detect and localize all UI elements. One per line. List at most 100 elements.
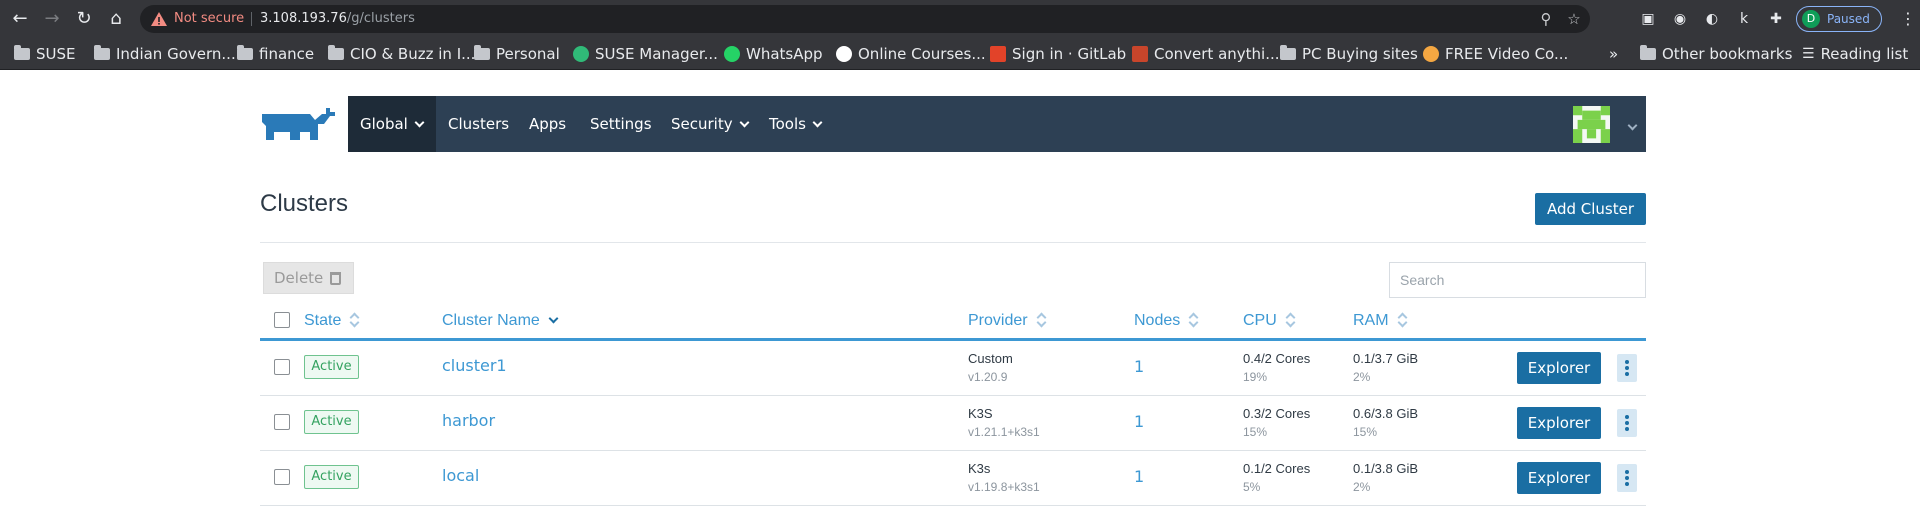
table-row: Active harbor K3S v1.21.1+k3s1 1 0.3/2 C…	[260, 396, 1646, 451]
row-actions-menu[interactable]	[1617, 354, 1637, 382]
folder-icon	[14, 45, 30, 60]
chevron-down-icon	[812, 117, 823, 128]
table-row: Active local K3s v1.19.8+k3s1 1 0.1/2 Co…	[260, 451, 1646, 506]
column-header-provider[interactable]: Provider	[968, 311, 1046, 330]
extension-icon[interactable]: ▣	[1638, 9, 1658, 29]
sort-icon	[1285, 313, 1295, 327]
bookmark-item[interactable]: CIO & Buzz in I...	[328, 38, 475, 70]
back-icon[interactable]: ←	[8, 7, 32, 31]
select-all-checkbox[interactable]	[274, 312, 290, 328]
browser-menu-icon[interactable]: ⋮	[1900, 9, 1916, 29]
other-bookmarks[interactable]: Other bookmarks	[1640, 38, 1792, 70]
explorer-button[interactable]: Explorer	[1517, 407, 1601, 439]
search-input[interactable]	[1389, 262, 1646, 298]
udemy-icon	[836, 46, 852, 62]
cluster-name-link[interactable]: harbor	[442, 411, 495, 430]
sort-icon	[349, 313, 359, 327]
cpu-usage: 0.1/2 Cores	[1243, 461, 1311, 476]
bookmark-item[interactable]: SUSE	[14, 38, 76, 70]
row-checkbox[interactable]	[274, 414, 290, 430]
nodes-link[interactable]: 1	[1134, 412, 1144, 431]
suse-icon	[573, 46, 589, 62]
gitlab-icon	[990, 46, 1006, 62]
bookmark-item[interactable]: Online Courses...	[836, 38, 986, 70]
nav-apps[interactable]: Apps	[529, 96, 566, 152]
puzzle-icon[interactable]: ✚	[1766, 9, 1786, 29]
chevron-down-icon	[1627, 120, 1638, 131]
bookmark-item[interactable]: FREE Video Co...	[1423, 38, 1568, 70]
pdf-icon	[1132, 46, 1148, 62]
cpu-usage: 0.3/2 Cores	[1243, 406, 1311, 421]
cpu-percent: 19%	[1243, 370, 1268, 384]
reload-icon[interactable]: ↻	[72, 7, 96, 31]
bookmark-item[interactable]: finance	[237, 38, 314, 70]
avatar: D	[1802, 10, 1820, 28]
table-row: Active cluster1 Custom v1.20.9 1 0.4/2 C…	[260, 341, 1646, 396]
cpu-percent: 5%	[1243, 480, 1261, 494]
home-icon[interactable]: ⌂	[104, 7, 128, 31]
provider: K3S	[968, 406, 993, 421]
ram-usage: 0.1/3.7 GiB	[1353, 351, 1419, 366]
status-badge: Active	[304, 465, 359, 489]
bookmark-item[interactable]: Sign in · GitLab	[990, 38, 1126, 70]
explorer-button[interactable]: Explorer	[1517, 352, 1601, 384]
status-badge: Active	[304, 410, 359, 434]
nav-clusters[interactable]: Clusters	[448, 96, 509, 152]
cluster-name-link[interactable]: cluster1	[442, 356, 507, 375]
explorer-button[interactable]: Explorer	[1517, 462, 1601, 494]
add-cluster-button[interactable]: Add Cluster	[1535, 193, 1646, 225]
bookmark-item[interactable]: Convert anythi...	[1132, 38, 1280, 70]
rancher-logo[interactable]	[260, 104, 335, 142]
divider	[260, 242, 1646, 243]
delete-button[interactable]: Delete	[263, 262, 354, 294]
profile-button[interactable]: D Paused	[1796, 6, 1882, 32]
row-actions-menu[interactable]	[1617, 409, 1637, 437]
folder-icon	[1280, 45, 1296, 60]
star-icon[interactable]: ☆	[1564, 9, 1584, 29]
global-menu[interactable]: Global	[348, 96, 436, 152]
extension-icon[interactable]: k	[1734, 9, 1754, 29]
trash-icon	[330, 272, 341, 285]
nodes-link[interactable]: 1	[1134, 467, 1144, 486]
column-header-cpu[interactable]: CPU	[1243, 311, 1295, 330]
nav-security[interactable]: Security	[671, 96, 750, 152]
ram-usage: 0.6/3.8 GiB	[1353, 406, 1419, 421]
row-actions-menu[interactable]	[1617, 464, 1637, 492]
cpu-usage: 0.4/2 Cores	[1243, 351, 1311, 366]
row-checkbox[interactable]	[274, 469, 290, 485]
nav-tools[interactable]: Tools	[769, 96, 823, 152]
security-label[interactable]: Not secure	[174, 5, 244, 33]
folder-icon	[328, 45, 344, 60]
forward-icon[interactable]: →	[40, 7, 64, 31]
bookmark-item[interactable]: WhatsApp	[724, 38, 823, 70]
zoom-icon[interactable]: ⚲	[1536, 9, 1556, 29]
sort-descending-icon	[548, 313, 558, 327]
nav-settings[interactable]: Settings	[590, 96, 652, 152]
profile-status: Paused	[1827, 12, 1870, 26]
browser-toolbar: ← → ↻ ⌂ Not secure 3.108.193.76/g/cluste…	[0, 0, 1920, 38]
user-avatar[interactable]	[1573, 106, 1610, 143]
extension-icon[interactable]: ◉	[1670, 9, 1690, 29]
cpu-percent: 15%	[1243, 425, 1268, 439]
user-menu-chevron[interactable]	[1621, 117, 1638, 136]
nodes-link[interactable]: 1	[1134, 357, 1144, 376]
bookmark-item[interactable]: SUSE Manager...	[573, 38, 718, 70]
column-header-cluster-name[interactable]: Cluster Name	[442, 311, 558, 330]
reading-list[interactable]: ☰ Reading list	[1802, 38, 1908, 70]
row-checkbox[interactable]	[274, 359, 290, 375]
extension-icon[interactable]: ◐	[1702, 9, 1722, 29]
column-header-state[interactable]: State	[304, 311, 359, 330]
more-bookmarks-button[interactable]: »	[1609, 38, 1618, 70]
cluster-name-link[interactable]: local	[442, 466, 479, 485]
bookmark-item[interactable]: PC Buying sites	[1280, 38, 1418, 70]
column-header-ram[interactable]: RAM	[1353, 311, 1407, 330]
sort-icon	[1188, 313, 1198, 327]
ram-percent: 15%	[1353, 425, 1378, 439]
url-text[interactable]: 3.108.193.76/g/clusters	[260, 5, 415, 33]
provider: K3s	[968, 461, 991, 476]
bookmark-item[interactable]: Indian Govern...	[94, 38, 236, 70]
address-bar[interactable]: Not secure 3.108.193.76/g/clusters ☆ ⚲	[140, 5, 1590, 33]
column-header-nodes[interactable]: Nodes	[1134, 311, 1198, 330]
bookmark-item[interactable]: Personal	[474, 38, 560, 70]
reading-list-icon: ☰	[1802, 46, 1815, 62]
